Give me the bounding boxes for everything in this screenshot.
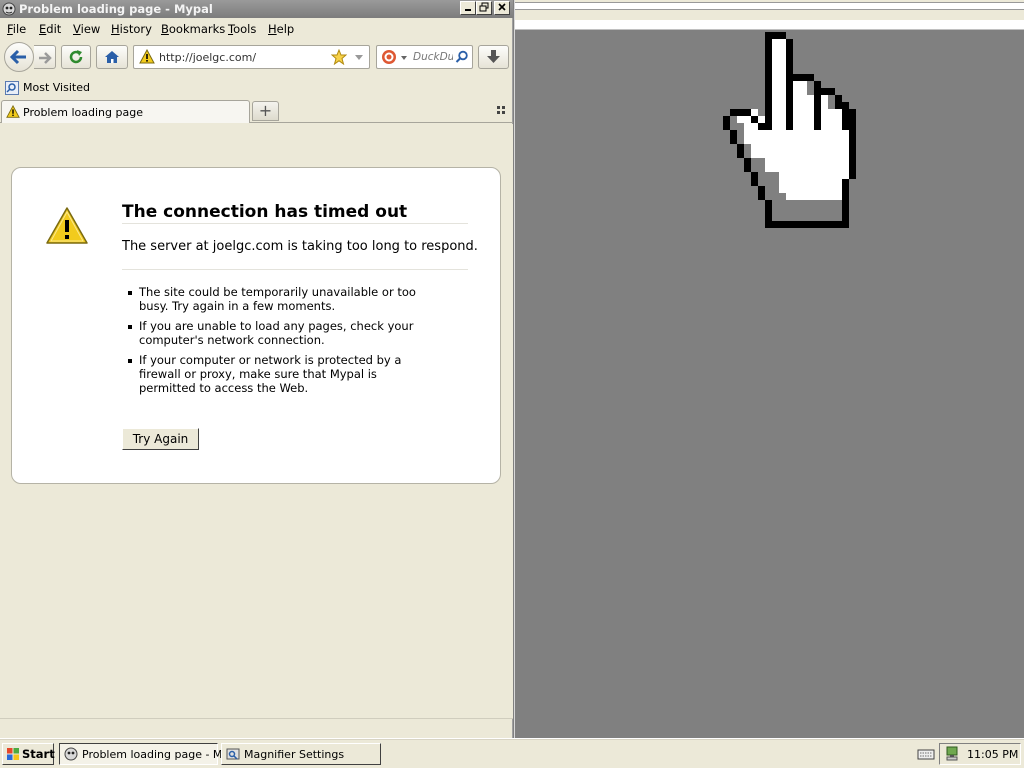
magnified-strip bbox=[515, 0, 1024, 30]
warning-site-icon bbox=[139, 49, 155, 64]
clock: 11:05 PM bbox=[967, 748, 1019, 761]
warning-icon bbox=[46, 207, 88, 244]
bookmark-star-icon[interactable] bbox=[331, 49, 347, 65]
magnified-stripe bbox=[515, 2, 1024, 10]
menu-tools[interactable]: Tools bbox=[228, 22, 256, 36]
most-visited-icon bbox=[5, 81, 19, 95]
url-dropdown-icon[interactable] bbox=[354, 53, 364, 63]
reload-button[interactable] bbox=[61, 45, 91, 69]
mypal-app-icon bbox=[2, 2, 16, 16]
bookmark-most-visited[interactable]: Most Visited bbox=[23, 81, 90, 94]
start-label: Start bbox=[22, 747, 55, 761]
reload-icon bbox=[69, 50, 83, 64]
search-placeholder: DuckDu bbox=[413, 51, 453, 63]
forward-button[interactable] bbox=[34, 45, 56, 69]
window-title: Problem loading page - Mypal bbox=[19, 2, 213, 16]
menu-bar: File Edit View History Bookmarks Tools H… bbox=[0, 19, 513, 39]
tab-list-icon[interactable] bbox=[497, 106, 507, 114]
title-bar[interactable]: Problem loading page - Mypal bbox=[0, 0, 513, 18]
taskbar: Start Problem loading page - M... Magnif… bbox=[0, 738, 1024, 768]
tab-strip: Problem loading page + bbox=[0, 98, 513, 123]
network-tray-icon[interactable] bbox=[945, 746, 961, 762]
status-bar bbox=[0, 718, 513, 738]
taskbar-item-magnifier[interactable]: Magnifier Settings bbox=[221, 743, 381, 765]
error-title: The connection has timed out bbox=[122, 202, 408, 222]
restore-icon bbox=[479, 2, 489, 12]
search-icon[interactable] bbox=[455, 50, 469, 64]
duckduckgo-icon bbox=[382, 50, 396, 64]
error-suggestions: The site could be temporarily unavailabl… bbox=[125, 285, 425, 401]
error-description: The server at joelgc.com is taking too l… bbox=[122, 239, 478, 254]
taskbar-item-label: Problem loading page - M... bbox=[82, 748, 233, 761]
home-icon bbox=[105, 51, 119, 63]
description-divider bbox=[122, 269, 468, 270]
error-panel: The connection has timed out The server … bbox=[11, 167, 501, 484]
taskbar-item-label: Magnifier Settings bbox=[244, 748, 345, 761]
magnified-hand-cursor-icon bbox=[723, 32, 856, 228]
title-divider bbox=[122, 223, 468, 224]
restore-button[interactable] bbox=[476, 1, 492, 15]
tab-label: Problem loading page bbox=[23, 106, 143, 119]
magnifier-task-icon bbox=[226, 748, 240, 760]
menu-view[interactable]: View bbox=[73, 22, 100, 36]
browser-window: Problem loading page - Mypal File Edit V… bbox=[0, 0, 513, 738]
magnified-stripe bbox=[515, 20, 1024, 29]
menu-history[interactable]: History bbox=[111, 22, 152, 36]
menu-edit[interactable]: Edit bbox=[39, 22, 61, 36]
start-button[interactable]: Start bbox=[2, 743, 55, 765]
taskbar-item-mypal[interactable]: Problem loading page - M... bbox=[59, 743, 233, 765]
back-button[interactable] bbox=[4, 42, 34, 72]
download-arrow-icon bbox=[487, 50, 500, 63]
page-content: The connection has timed out The server … bbox=[0, 124, 513, 718]
search-engine-dropdown-icon[interactable] bbox=[400, 54, 408, 62]
system-tray: 11:05 PM bbox=[939, 743, 1021, 765]
forward-arrow-icon bbox=[39, 52, 52, 64]
back-arrow-icon bbox=[9, 49, 26, 65]
mypal-task-icon bbox=[64, 747, 78, 761]
windows-logo-icon bbox=[7, 748, 19, 760]
url-text: http://joelgc.com/ bbox=[159, 51, 257, 64]
tab-problem-loading[interactable]: Problem loading page bbox=[1, 100, 250, 123]
navigation-toolbar: http://joelgc.com/ DuckDu bbox=[0, 40, 513, 74]
home-button[interactable] bbox=[96, 45, 128, 69]
close-button[interactable] bbox=[494, 1, 510, 15]
minimize-icon bbox=[465, 9, 471, 11]
search-bar[interactable]: DuckDu bbox=[376, 45, 473, 69]
menu-bookmarks[interactable]: Bookmarks bbox=[161, 22, 225, 36]
suggestion-item: If you are unable to load any pages, che… bbox=[125, 319, 425, 347]
close-icon bbox=[498, 3, 506, 11]
menu-file[interactable]: File bbox=[7, 22, 26, 36]
suggestion-item: If your computer or network is protected… bbox=[125, 353, 425, 395]
suggestion-item: The site could be temporarily unavailabl… bbox=[125, 285, 425, 313]
keyboard-icon[interactable] bbox=[917, 747, 935, 761]
url-bar[interactable]: http://joelgc.com/ bbox=[133, 45, 370, 69]
downloads-button[interactable] bbox=[478, 45, 509, 69]
bookmarks-toolbar: Most Visited bbox=[0, 78, 513, 98]
new-tab-button[interactable]: + bbox=[252, 101, 279, 121]
magnifier-window bbox=[514, 0, 1024, 738]
tab-warning-icon bbox=[6, 105, 20, 118]
menu-help[interactable]: Help bbox=[268, 22, 294, 36]
try-again-button[interactable]: Try Again bbox=[122, 428, 199, 450]
minimize-button[interactable] bbox=[460, 1, 476, 15]
